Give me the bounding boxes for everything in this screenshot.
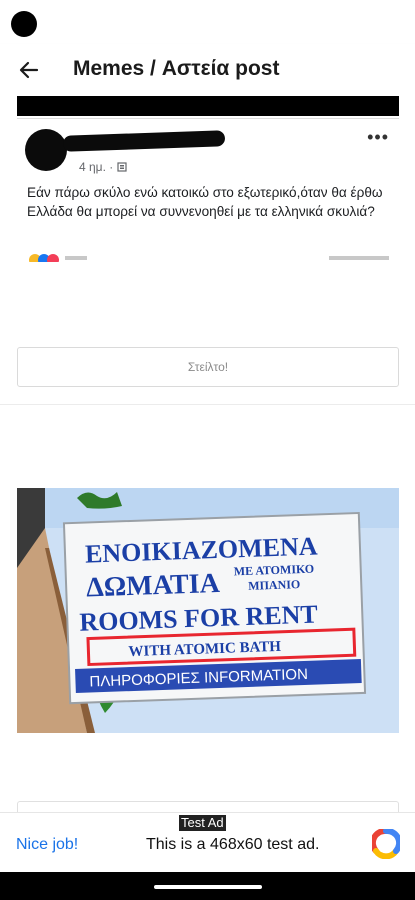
avatar[interactable] xyxy=(25,129,67,171)
love-reaction-icon xyxy=(47,254,59,262)
home-indicator[interactable] xyxy=(154,885,262,889)
ad-nice-job[interactable]: Nice job! xyxy=(16,836,78,854)
ad-network-logo-icon[interactable] xyxy=(372,829,400,859)
post-text: Εάν πάρω σκύλο ενώ κατοικώ στο εξωτερικό… xyxy=(27,185,383,219)
meme-photo[interactable]: ΕΝΟΙΚΙΑΖΟΜΕΝΑ ΔΩΜΑΤΙΑ ΜΕ ΑΤΟΜΙΚΟ ΜΠΑΝΙΟ … xyxy=(17,488,399,733)
page-title: Memes / Αστεία post xyxy=(73,57,280,80)
comment-count-redacted xyxy=(329,256,389,260)
rooms-for-rent-sign-image: ΕΝΟΙΚΙΑΖΟΜΕΝΑ ΔΩΜΑΤΙΑ ΜΕ ΑΤΟΜΙΚΟ ΜΠΑΝΙΟ … xyxy=(17,488,399,733)
sign-line-2b: ΜΠΑΝΙΟ xyxy=(248,577,300,593)
app-bar: Memes / Αστεία post xyxy=(0,44,415,96)
back-button[interactable] xyxy=(12,54,46,86)
camera-cutout xyxy=(11,11,37,37)
divider xyxy=(0,404,415,405)
post-meta: 4 ημ. · xyxy=(79,160,127,174)
test-ad-label: Test Ad xyxy=(179,815,226,831)
post-card[interactable]: 4 ημ. · ••• Εάν πάρω σκύλο ενώ κατοικώ σ… xyxy=(17,118,399,262)
reaction-count-redacted xyxy=(65,256,87,260)
feed-content[interactable]: 4 ημ. · ••• Εάν πάρω σκύλο ενώ κατοικώ σ… xyxy=(0,96,415,812)
reactions-row[interactable] xyxy=(29,254,389,262)
friends-icon xyxy=(117,162,127,172)
sign-line-2: ΔΩΜΑΤΙΑ xyxy=(86,568,221,604)
previous-post-image xyxy=(17,96,399,116)
status-bar xyxy=(0,0,415,44)
sign-line-2a: ΜΕ ΑΤΟΜΙΚΟ xyxy=(233,562,314,579)
author-name-redacted xyxy=(62,130,226,152)
ad-text[interactable]: This is a 468x60 test ad. xyxy=(146,836,319,854)
more-options-button[interactable]: ••• xyxy=(367,128,389,146)
arrow-back-icon xyxy=(19,61,39,79)
send-it-button[interactable]: Στείλτο! xyxy=(17,347,399,387)
next-post-card[interactable] xyxy=(17,801,399,812)
post-time: 4 ημ. · xyxy=(79,160,114,174)
